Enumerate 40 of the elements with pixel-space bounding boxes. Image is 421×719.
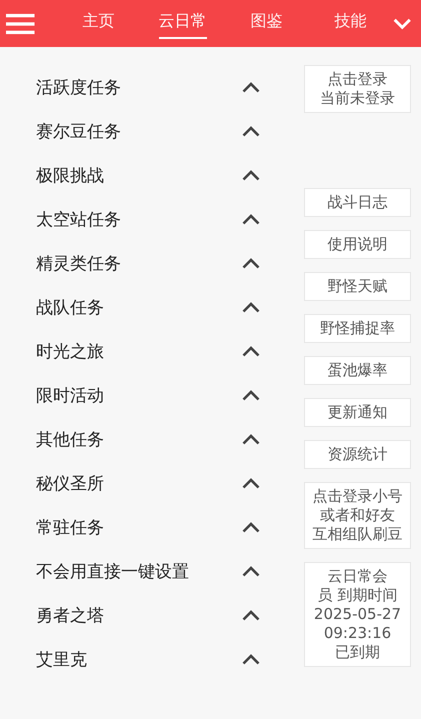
side-button[interactable]: 战斗日志 [304,188,411,217]
task-category[interactable]: 精灵类任务 [36,252,121,274]
task-category[interactable]: 战队任务 [36,296,104,318]
task-category[interactable]: 其他任务 [36,428,104,450]
caret-up-icon[interactable] [242,478,260,488]
task-category[interactable]: 不会用直接一键设置 [36,560,189,582]
caret-up-icon[interactable] [242,82,260,92]
task-category[interactable]: 限时活动 [36,384,104,406]
side-button[interactable]: 更新通知 [304,398,411,427]
task-category[interactable]: 常驻任务 [36,516,104,538]
side-button[interactable]: 野怪捕捉率 [304,314,411,343]
nav-tab[interactable]: 云日常 [158,8,207,39]
caret-up-icon[interactable] [242,610,260,620]
caret-up-icon[interactable] [242,302,260,312]
caret-up-icon[interactable] [242,170,260,180]
caret-up-icon[interactable] [242,346,260,356]
side-button[interactable]: 使用说明 [304,230,411,259]
task-category[interactable]: 时光之旅 [36,340,104,362]
caret-up-icon[interactable] [242,566,260,576]
caret-up-icon[interactable] [242,434,260,444]
caret-up-icon[interactable] [242,258,260,268]
task-category[interactable]: 勇者之塔 [36,604,104,626]
side-button[interactable]: 资源统计 [304,440,411,469]
task-category[interactable]: 艾里克 [36,648,87,670]
caret-up-icon[interactable] [242,654,260,664]
side-button[interactable]: 云日常会 员 到期时间 2025-05-27 09:23:16 已到期 [304,562,411,667]
chevron-down-icon[interactable] [392,16,411,30]
side-button[interactable]: 蛋池爆率 [304,356,411,385]
side-button[interactable]: 点击登录小号 或者和好友 互相组队刷豆 [304,482,411,549]
task-category[interactable]: 极限挑战 [36,164,104,186]
caret-up-icon[interactable] [242,390,260,400]
task-category[interactable]: 太空站任务 [36,208,121,230]
caret-up-icon[interactable] [242,522,260,532]
side-button[interactable]: 野怪天赋 [304,272,411,301]
task-category[interactable]: 秘仪圣所 [36,472,104,494]
task-category[interactable]: 赛尔豆任务 [36,120,121,142]
side-button[interactable]: 点击登录 当前未登录 [304,65,411,113]
caret-up-icon[interactable] [242,126,260,136]
caret-up-icon[interactable] [242,214,260,224]
task-category[interactable]: 活跃度任务 [36,76,121,98]
